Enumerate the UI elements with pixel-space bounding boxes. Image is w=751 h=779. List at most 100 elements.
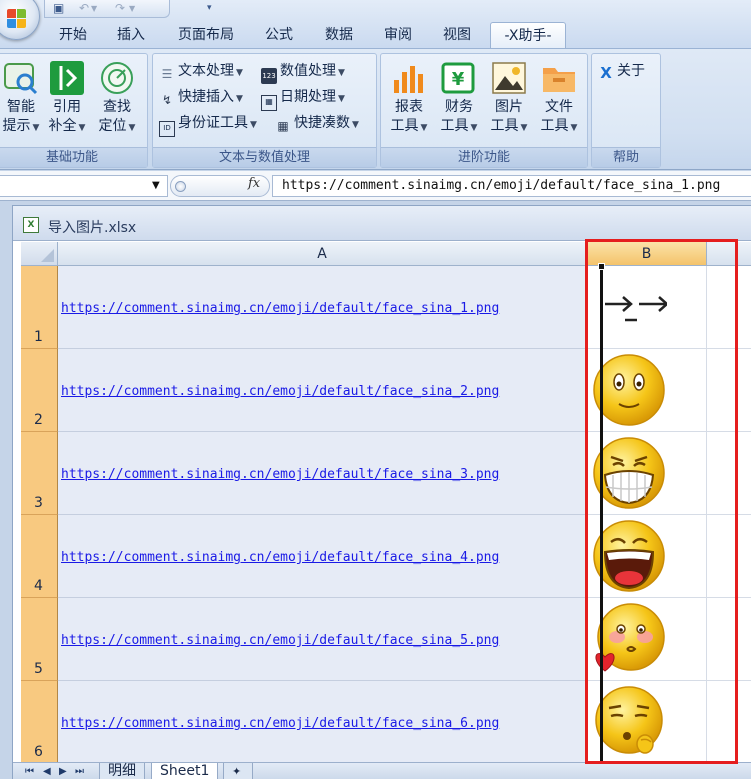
smart-hint-label-2: 提示: [2, 118, 31, 134]
insert-function-button[interactable]: fx: [248, 176, 260, 191]
redo-icon[interactable]: ↷: [115, 1, 125, 15]
dropdown-arrow-icon: ▼: [78, 123, 86, 133]
select-all-corner[interactable]: [21, 242, 58, 266]
redo-dropdown-icon[interactable]: ▼: [129, 4, 135, 13]
prev-sheet-icon[interactable]: ◀: [43, 766, 51, 777]
ref-complete-label-1: 引用: [53, 99, 81, 115]
name-box-dropdown-icon[interactable]: ▼: [152, 180, 160, 191]
finance-tool-button[interactable]: ¥ 财务 工具 ▼: [437, 60, 481, 138]
calculator-icon: ▦: [277, 119, 289, 133]
column-header-b[interactable]: B: [587, 242, 707, 266]
file-tool-label-1: 文件: [545, 99, 573, 115]
picture-tool-label-1: 图片: [495, 99, 523, 115]
tab-page-layout[interactable]: 页面布局: [170, 22, 242, 48]
picture-cell[interactable]: [587, 598, 707, 681]
url-link[interactable]: https://comment.sinaimg.cn/emoji/default…: [61, 384, 499, 399]
url-link[interactable]: https://comment.sinaimg.cn/emoji/default…: [61, 301, 499, 316]
picture-tool-button[interactable]: 图片 工具 ▼: [487, 60, 531, 138]
report-tool-label-1: 报表: [395, 99, 423, 115]
picture-cell[interactable]: [587, 515, 707, 598]
tab-home[interactable]: 开始: [52, 22, 94, 48]
url-link[interactable]: https://comment.sinaimg.cn/emoji/default…: [61, 467, 499, 482]
row-header[interactable]: 2: [21, 349, 58, 432]
tab-review[interactable]: 审阅: [377, 22, 419, 48]
finance-tool-label-1: 财务: [445, 99, 473, 115]
first-sheet-icon[interactable]: ⏮: [25, 766, 34, 777]
group-label-text-number: 文本与数值处理: [153, 147, 376, 167]
customize-icon[interactable]: ▾: [207, 3, 212, 13]
sheet-tab-sheet1[interactable]: Sheet1: [151, 763, 219, 779]
id-card-tool-button[interactable]: ID 身份证工具 ▼: [159, 112, 257, 137]
tab-data[interactable]: 数据: [318, 22, 360, 48]
table-row[interactable]: https://comment.sinaimg.cn/emoji/default…: [58, 266, 587, 349]
tab-view[interactable]: 视图: [436, 22, 478, 48]
row-header[interactable]: 4: [21, 515, 58, 598]
sheet-tab-detail[interactable]: 明细: [99, 763, 145, 779]
quick-sum-button[interactable]: ▦ 快捷凑数 ▼: [275, 112, 359, 134]
picture-cell[interactable]: [587, 432, 707, 515]
url-link[interactable]: https://comment.sinaimg.cn/emoji/default…: [61, 550, 499, 565]
office-button[interactable]: [0, 0, 40, 40]
sheet-tab-bar: ⏮ ◀ ▶ ⏭ 明细 Sheet1 ✦: [13, 762, 751, 779]
splitter-handle-icon: [175, 181, 186, 192]
report-tool-label-2: 工具: [390, 118, 419, 134]
calendar-icon: ▦: [261, 95, 277, 111]
table-row[interactable]: https://comment.sinaimg.cn/emoji/default…: [58, 432, 587, 515]
smart-hint-label-1: 智能: [7, 99, 35, 115]
row-header[interactable]: 3: [21, 432, 58, 515]
file-tool-button[interactable]: 文件 工具 ▼: [537, 60, 581, 138]
picture-cell[interactable]: [587, 681, 707, 762]
quick-access-toolbar: ▣ ↶ ▼ ↷ ▼ ▾: [44, 0, 212, 18]
column-header-a[interactable]: A: [58, 242, 587, 266]
url-link[interactable]: https://comment.sinaimg.cn/emoji/default…: [61, 716, 499, 731]
picture-cell[interactable]: [587, 266, 707, 349]
x-logo-icon: X: [600, 64, 612, 82]
ribbon: 智能 提示 ▼ 引用 补全 ▼ 查找 定位 ▼ 基础功能 ☰ 文本处理 ▼ 12…: [0, 48, 751, 170]
url-link[interactable]: https://comment.sinaimg.cn/emoji/default…: [61, 633, 499, 648]
smart-hint-button[interactable]: 智能 提示 ▼: [0, 60, 43, 138]
undo-dropdown-icon[interactable]: ▼: [91, 4, 97, 13]
name-box[interactable]: [0, 175, 168, 197]
picture-cell[interactable]: [587, 349, 707, 432]
table-row[interactable]: https://comment.sinaimg.cn/emoji/default…: [58, 598, 587, 681]
workbook-title-bar: X 导入图片.xlsx: [13, 206, 751, 241]
report-tool-button[interactable]: 报表 工具 ▼: [387, 60, 431, 138]
office-logo-icon: [7, 9, 27, 29]
row-header[interactable]: 6: [21, 681, 58, 762]
empty-cell[interactable]: [707, 681, 751, 762]
row-header[interactable]: 5: [21, 598, 58, 681]
column-header-c[interactable]: [707, 242, 751, 266]
empty-cell[interactable]: [707, 432, 751, 515]
formula-input[interactable]: https://comment.sinaimg.cn/emoji/default…: [272, 175, 751, 197]
empty-cell[interactable]: [707, 515, 751, 598]
id-card-icon: ID: [159, 121, 175, 137]
tab-x-helper[interactable]: -X助手-: [490, 22, 566, 48]
file-tool-label-2: 工具: [540, 118, 569, 134]
last-sheet-icon[interactable]: ⏭: [75, 766, 84, 777]
save-icon[interactable]: ▣: [53, 1, 64, 15]
table-row[interactable]: https://comment.sinaimg.cn/emoji/default…: [58, 349, 587, 432]
empty-cell[interactable]: [707, 266, 751, 349]
locate-target-icon: [99, 60, 135, 96]
new-sheet-icon: ✦: [232, 765, 242, 778]
table-row[interactable]: https://comment.sinaimg.cn/emoji/default…: [58, 681, 587, 762]
table-row[interactable]: https://comment.sinaimg.cn/emoji/default…: [58, 515, 587, 598]
quick-insert-button[interactable]: ↯ 快捷插入 ▼: [159, 86, 243, 108]
empty-cell[interactable]: [707, 598, 751, 681]
worksheet-grid[interactable]: A B 1 https://comment.sinaimg.cn/emoji/d…: [21, 242, 751, 762]
ref-complete-button[interactable]: 引用 补全 ▼: [45, 60, 89, 138]
text-process-button[interactable]: ☰ 文本处理 ▼: [159, 60, 243, 82]
row-header[interactable]: 1: [21, 266, 58, 349]
undo-icon[interactable]: ↶: [79, 1, 89, 15]
ribbon-group-help: X 关于 帮助: [591, 53, 661, 168]
find-locate-button[interactable]: 查找 定位 ▼: [95, 60, 139, 138]
empty-cell[interactable]: [707, 349, 751, 432]
selection-handle[interactable]: [598, 263, 605, 270]
number-process-button[interactable]: 123 数值处理 ▼: [261, 60, 345, 84]
date-process-button[interactable]: ▦ 日期处理 ▼: [261, 86, 345, 111]
tab-insert[interactable]: 插入: [110, 22, 152, 48]
next-sheet-icon[interactable]: ▶: [59, 766, 67, 777]
insert-sheet-button[interactable]: ✦: [223, 763, 253, 779]
about-button[interactable]: X 关于: [598, 60, 645, 82]
tab-formulas[interactable]: 公式: [258, 22, 300, 48]
